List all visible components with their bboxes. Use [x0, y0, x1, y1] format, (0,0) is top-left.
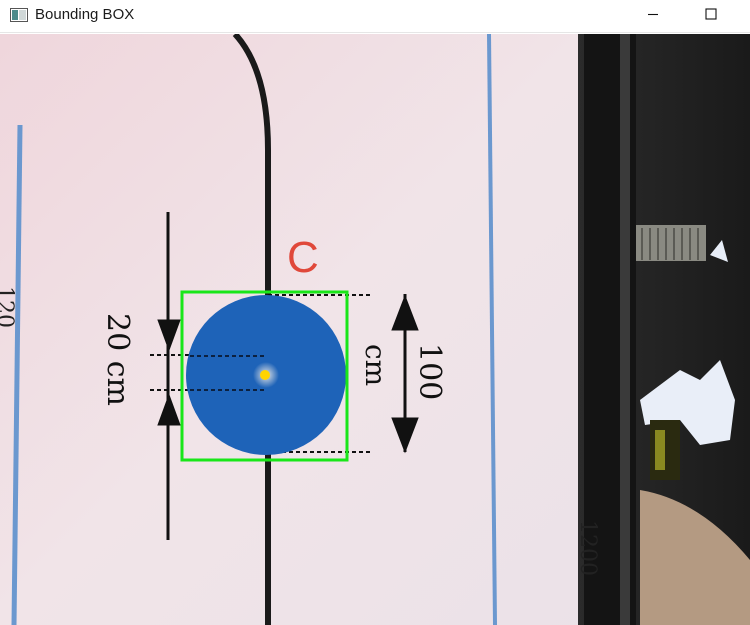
maximize-icon	[705, 7, 717, 25]
title-bar: Bounding BOX	[0, 0, 750, 33]
dimension-height-unit: cm	[359, 344, 392, 386]
center-marker	[260, 370, 270, 380]
edge-text-left: 120	[0, 286, 17, 328]
minimize-icon	[647, 7, 659, 25]
maximize-button[interactable]	[688, 0, 734, 32]
camera-frame: 120 1200 20 cm 100 cm C	[0, 34, 750, 625]
dimension-height-value: 100	[412, 343, 447, 400]
background-grille	[636, 225, 706, 261]
dimension-gap-label: 20 cm	[100, 313, 135, 406]
section-letter: C	[287, 233, 319, 282]
window-title: Bounding BOX	[35, 6, 135, 23]
edge-text-right: 1200	[575, 520, 600, 576]
window-app-icon	[10, 8, 28, 22]
minimize-button[interactable]	[630, 0, 676, 32]
